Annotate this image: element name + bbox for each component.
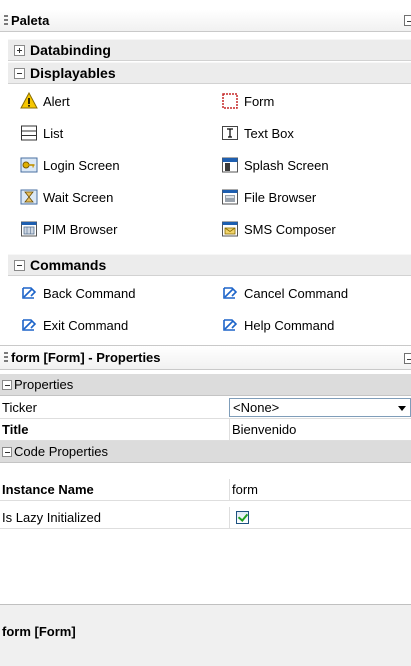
category-commands-label: Commands xyxy=(30,257,107,273)
collapse-icon[interactable] xyxy=(14,259,25,271)
section-properties[interactable]: Properties xyxy=(0,374,411,396)
sms-composer-icon xyxy=(221,220,239,238)
expand-icon[interactable] xyxy=(14,44,25,56)
palette-item-label: Login Screen xyxy=(43,157,120,173)
palette-item-wait-screen[interactable]: Wait Screen xyxy=(20,186,113,208)
description-title: form [Form] xyxy=(2,624,76,639)
palette-item-exit-command[interactable]: Exit Command xyxy=(20,314,128,336)
is-lazy-value-cell xyxy=(229,507,411,528)
splash-screen-icon xyxy=(221,156,239,174)
palette-item-text-box[interactable]: Text Box xyxy=(221,122,294,144)
palette-item-login-screen[interactable]: Login Screen xyxy=(20,154,120,176)
palette-item-cancel-command[interactable]: Cancel Command xyxy=(221,282,348,304)
property-row-ticker: Ticker <None> xyxy=(0,397,411,419)
command-icon xyxy=(221,284,239,302)
property-name: Title xyxy=(2,422,29,437)
palette-item-sms-composer[interactable]: SMS Composer xyxy=(221,218,336,240)
palette-item-label: Splash Screen xyxy=(244,157,329,173)
palette-item-back-command[interactable]: Back Command xyxy=(20,282,135,304)
properties-header: form [Form] - Properties xyxy=(0,345,411,370)
ticker-value: <None> xyxy=(233,400,280,415)
command-icon xyxy=(20,284,38,302)
title-value-field[interactable]: Bienvenido xyxy=(229,419,411,440)
palette-item-label: File Browser xyxy=(244,189,317,205)
palette-item-label: PIM Browser xyxy=(43,221,118,237)
palette-item-alert[interactable]: Alert xyxy=(20,90,70,112)
palette-item-form[interactable]: Form xyxy=(221,90,274,112)
property-row-instance-name: Instance Name form xyxy=(0,479,411,501)
command-icon xyxy=(221,316,239,334)
property-row-title: Title Bienvenido xyxy=(0,419,411,441)
file-browser-icon xyxy=(221,188,239,206)
palette-item-file-browser[interactable]: File Browser xyxy=(221,186,316,208)
minimize-icon[interactable] xyxy=(404,15,411,26)
palette-title: Paleta xyxy=(11,13,50,28)
property-row-is-lazy: Is Lazy Initialized xyxy=(0,507,411,529)
collapse-icon[interactable] xyxy=(14,67,25,79)
category-databinding-label: Databinding xyxy=(30,42,111,58)
section-code-properties[interactable]: Code Properties xyxy=(0,441,411,463)
text-box-icon xyxy=(221,124,239,142)
collapse-icon[interactable] xyxy=(2,446,12,457)
pim-browser-icon xyxy=(20,220,38,238)
palette-item-label: Exit Command xyxy=(43,317,129,333)
palette-item-pim-browser[interactable]: PIM Browser xyxy=(20,218,117,240)
palette-item-label: Text Box xyxy=(244,125,294,141)
hourglass-icon xyxy=(20,188,38,206)
palette-item-label: Back Command xyxy=(43,285,136,301)
command-icon xyxy=(20,316,38,334)
palette-item-label: Form xyxy=(244,93,275,109)
palette-item-label: List xyxy=(43,125,64,141)
palette-item-label: Help Command xyxy=(244,317,335,333)
palette-item-list[interactable]: List xyxy=(20,122,63,144)
property-name: Instance Name xyxy=(2,482,94,497)
property-description-area: form [Form] xyxy=(0,604,411,666)
palette-item-splash-screen[interactable]: Splash Screen xyxy=(221,154,329,176)
palette-item-label: Alert xyxy=(43,93,70,109)
is-lazy-checkbox[interactable] xyxy=(236,511,249,524)
drag-grip-icon[interactable] xyxy=(4,351,8,364)
chevron-down-icon[interactable] xyxy=(398,406,406,411)
palette-header: Paleta xyxy=(0,10,411,32)
section-properties-label: Properties xyxy=(14,377,74,392)
palette-item-help-command[interactable]: Help Command xyxy=(221,314,334,336)
section-code-properties-label: Code Properties xyxy=(14,444,108,459)
ticker-dropdown[interactable]: <None> xyxy=(229,398,411,417)
palette-item-label: Wait Screen xyxy=(43,189,114,205)
properties-title: form [Form] - Properties xyxy=(11,350,161,365)
category-displayables[interactable]: Displayables xyxy=(8,62,411,84)
form-icon xyxy=(221,92,239,110)
collapse-icon[interactable] xyxy=(2,379,12,390)
category-displayables-label: Displayables xyxy=(30,65,116,81)
property-name: Ticker xyxy=(2,400,37,415)
palette-item-label: SMS Composer xyxy=(244,221,336,237)
category-commands[interactable]: Commands xyxy=(8,254,411,276)
category-databinding[interactable]: Databinding xyxy=(8,39,411,61)
instance-name-value-field[interactable]: form xyxy=(229,479,411,500)
property-name: Is Lazy Initialized xyxy=(2,510,101,525)
key-icon xyxy=(20,156,38,174)
drag-grip-icon[interactable] xyxy=(4,14,8,27)
palette-item-label: Cancel Command xyxy=(244,285,349,301)
minimize-icon[interactable] xyxy=(404,353,411,364)
warning-icon xyxy=(20,92,38,110)
list-icon xyxy=(20,124,38,142)
